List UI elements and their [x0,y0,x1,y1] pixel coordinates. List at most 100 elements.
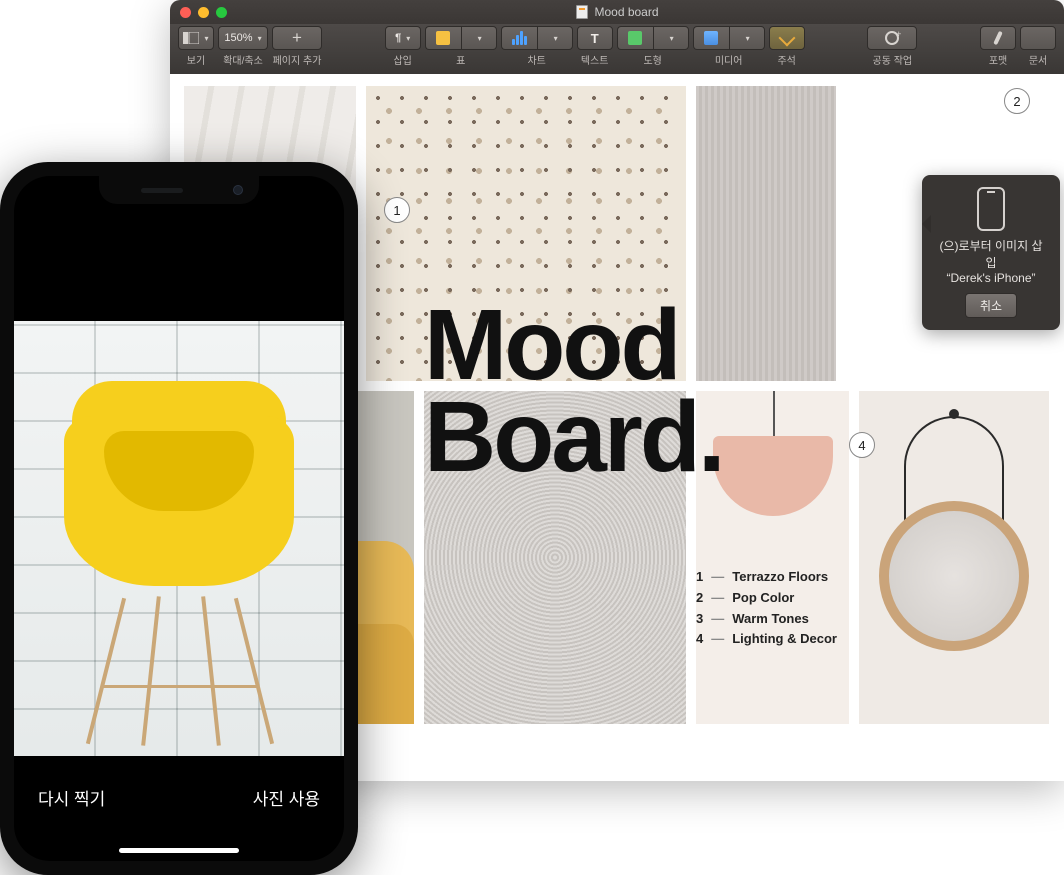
chevron-down-icon: ▾ [478,34,482,43]
minimize-window-button[interactable] [198,7,209,18]
cancel-label: 취소 [980,299,1002,313]
callout-number: 1 [393,203,400,218]
insert-label: 삽입 [393,52,411,67]
fullscreen-window-button[interactable] [216,7,227,18]
legend-sep: — [711,609,724,630]
toolbar-media-group: ▾ 미디어 [693,26,765,67]
add-page-label: 페이지 추가 [273,52,322,67]
toolbar-document-group: 문서 [1020,26,1056,67]
legend-sep: — [711,629,724,650]
collaborate-button[interactable] [867,26,917,50]
window-title-text: Mood board [594,5,658,19]
toolbar-chart-group: ▾ 차트 [501,26,573,67]
document-heading[interactable]: Mood Board. [424,299,723,483]
legend-item: 3 — Warm Tones [696,609,837,630]
add-page-button[interactable]: + [272,26,322,50]
view-button[interactable]: ▾ [178,26,214,50]
chevron-down-icon: ▾ [746,34,750,43]
shape-more-button[interactable]: ▾ [653,26,689,50]
lamp-illustration [773,391,775,436]
chart-more-button[interactable]: ▾ [537,26,573,50]
retake-button[interactable]: 다시 찍기 [38,785,105,810]
legend-item: 1 — Terrazzo Floors [696,567,837,588]
chevron-down-icon: ▾ [258,34,262,43]
zoom-label: 확대/축소 [223,52,263,67]
chevron-down-icon: ▾ [204,34,208,43]
chevron-down-icon: ▾ [670,34,674,43]
window-controls [180,7,227,18]
legend-label: Pop Color [732,588,794,609]
window-title: Mood board [227,5,1008,19]
toolbar-table-group: ▾ 표 [425,26,497,67]
chart-button[interactable] [501,26,537,50]
legend-item: 4 — Lighting & Decor [696,629,837,650]
toolbar-addpage-group: + 페이지 추가 [272,26,322,67]
front-camera-icon [233,185,243,195]
view-label: 보기 [187,52,205,67]
chevron-down-icon: ▾ [406,34,410,43]
table-icon [436,31,450,45]
paintbrush-icon [993,31,1003,45]
document-label: 문서 [1029,52,1047,67]
text-label: 텍스트 [581,52,609,67]
shape-button[interactable] [617,26,653,50]
insert-button[interactable]: ¶ ▾ [385,26,421,50]
document-icon [576,5,588,19]
document-button[interactable] [1020,26,1056,50]
toolbar-collab-group: 공동 작업 [867,26,917,67]
continuity-camera-popover: (으)로부터 이미지 삽입 “Derek's iPhone” 취소 [922,175,1060,330]
annotate-button[interactable] [769,26,805,50]
legend-label: Lighting & Decor [732,629,837,650]
table-button[interactable] [425,26,461,50]
callout-marker[interactable]: 1 [384,197,410,223]
window-titlebar: Mood board [170,0,1064,24]
shape-icon [628,31,642,45]
chart-icon [512,31,527,45]
speaker-icon [141,188,183,193]
chevron-down-icon: ▾ [554,34,558,43]
legend-number: 2 [696,588,703,609]
plus-icon: + [292,28,302,48]
popover-text: (으)로부터 이미지 삽입 [936,237,1046,271]
legend[interactable]: 1 — Terrazzo Floors 2 — Pop Color 3 — Wa… [696,567,837,650]
text-icon: T [591,31,599,46]
toolbar-annotate-group: 주석 [769,26,805,67]
callout-number: 2 [1013,94,1020,109]
annotate-label: 주석 [777,52,795,67]
cancel-button[interactable]: 취소 [965,293,1017,318]
close-window-button[interactable] [180,7,191,18]
media-label: 미디어 [715,52,743,67]
media-button[interactable] [693,26,729,50]
lamp-illustration [713,436,833,516]
person-add-icon [885,31,899,45]
view-icon [183,32,199,44]
toolbar-view-group: ▾ 보기 [178,26,214,67]
table-more-button[interactable]: ▾ [461,26,497,50]
iphone-notch [99,176,259,204]
media-icon [704,31,718,45]
format-button[interactable] [980,26,1016,50]
use-photo-button[interactable]: 사진 사용 [253,785,320,810]
legend-number: 1 [696,567,703,588]
image-tile[interactable] [859,391,1049,724]
toolbar-format-group: 포맷 [980,26,1016,67]
chart-label: 차트 [527,52,545,67]
iphone-icon [977,187,1005,231]
legend-number: 3 [696,609,703,630]
legend-label: Terrazzo Floors [732,567,828,588]
toolbar-zoom-group: 150% ▾ 확대/축소 [218,26,268,67]
callout-number: 4 [858,438,865,453]
callout-marker[interactable]: 2 [1004,88,1030,114]
captured-photo-preview[interactable] [14,321,344,756]
shape-label: 도형 [643,52,661,67]
camera-action-bar: 다시 찍기 사진 사용 [14,756,344,861]
legend-sep: — [711,588,724,609]
paragraph-icon: ¶ [395,32,401,44]
zoom-dropdown[interactable]: 150% ▾ [218,26,268,50]
textbox-button[interactable]: T [577,26,613,50]
mirror-illustration [879,501,1029,651]
zoom-value: 150% [224,32,252,44]
callout-marker[interactable]: 4 [849,432,875,458]
media-more-button[interactable]: ▾ [729,26,765,50]
iphone-screen: 다시 찍기 사진 사용 [14,176,344,861]
